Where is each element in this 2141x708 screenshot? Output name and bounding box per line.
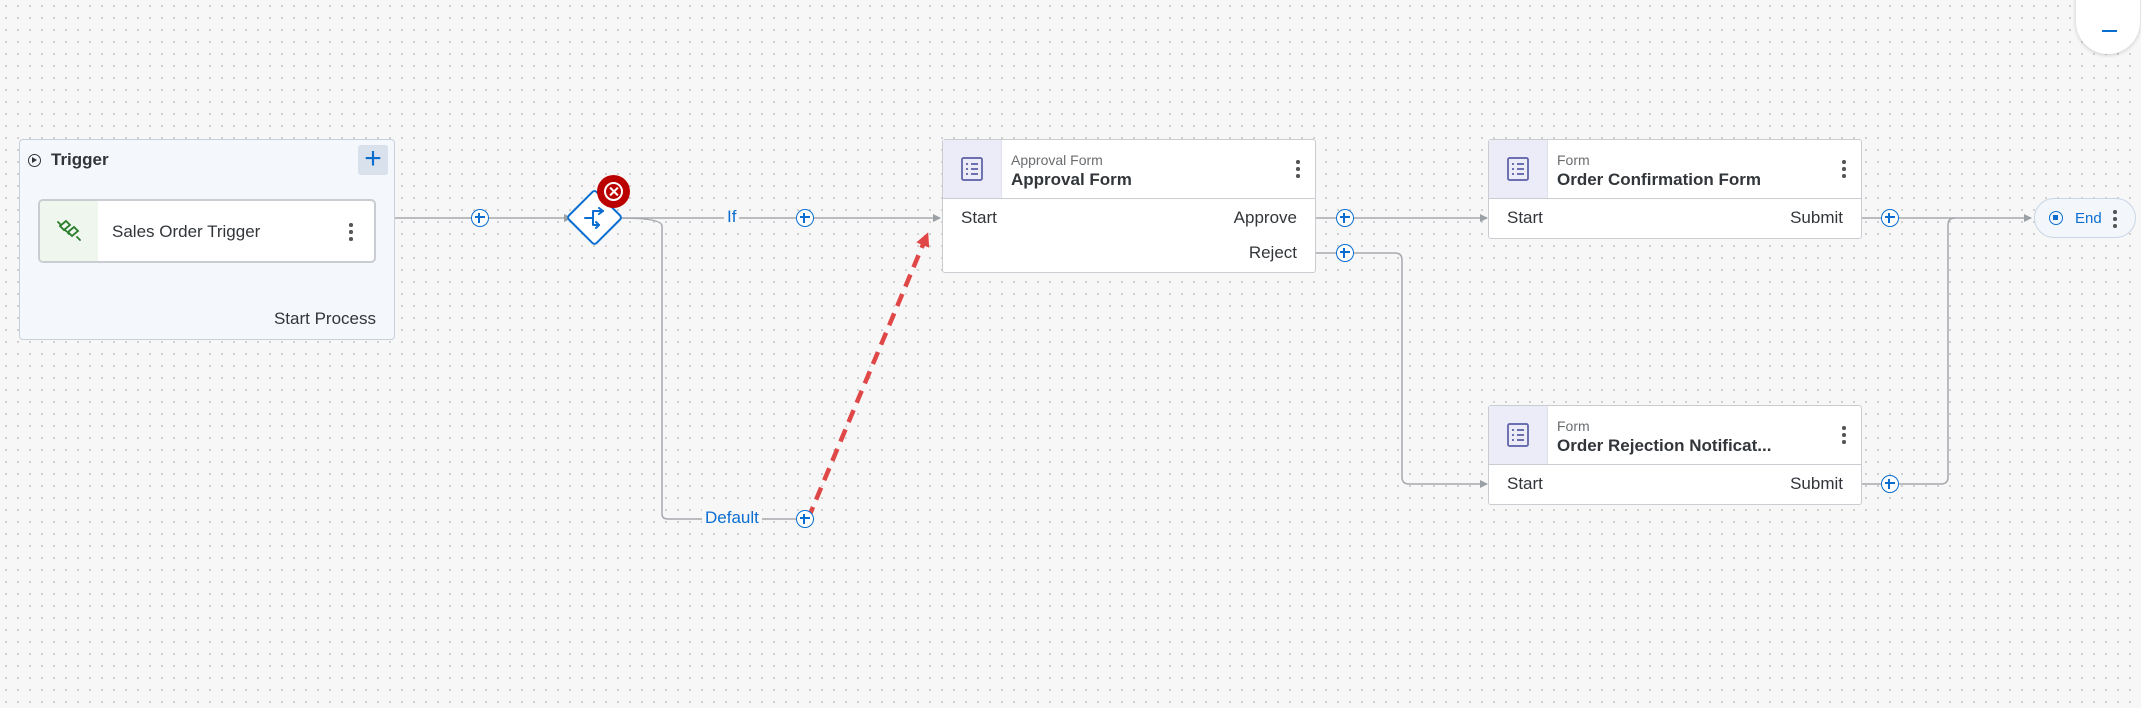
output-port-approve: Approve — [1233, 208, 1297, 227]
divider — [1489, 464, 1861, 465]
more-options-icon[interactable] — [1296, 160, 1300, 178]
connector-lines — [395, 214, 2032, 520]
form-title: Order Rejection Notificat... — [1557, 436, 1772, 455]
form-subtitle: Form — [1557, 418, 1590, 434]
end-node[interactable]: End — [2034, 198, 2136, 238]
more-options-icon[interactable] — [349, 223, 353, 241]
order-confirmation-form-card[interactable]: Form Order Confirmation Form Start Submi… — [1488, 139, 1862, 239]
end-label: End — [2075, 210, 2102, 227]
start-process-label: Start Process — [273, 309, 376, 328]
add-step-button-default[interactable] — [796, 510, 814, 528]
event-label: Sales Order Trigger — [112, 222, 261, 241]
add-trigger-button[interactable]: + — [358, 144, 388, 175]
more-options-icon[interactable] — [1842, 426, 1846, 444]
trigger-panel[interactable]: Trigger + Sales Order Trigger Start Proc… — [19, 139, 395, 340]
form-subtitle: Form — [1557, 152, 1590, 168]
process-canvas[interactable]: Trigger + Sales Order Trigger Start Proc… — [0, 0, 2141, 708]
order-rejection-form-card[interactable]: Form Order Rejection Notificat... Start … — [1488, 405, 1862, 505]
branch-label-if: If — [724, 207, 740, 227]
input-port-label: Start — [961, 208, 997, 227]
output-port-submit: Submit — [1790, 208, 1843, 227]
stop-circle-icon — [2049, 211, 2063, 225]
close-circle-icon[interactable] — [597, 175, 630, 208]
input-port-label: Start — [1507, 474, 1543, 493]
form-subtitle: Approval Form — [1011, 152, 1103, 168]
minus-icon — [2102, 30, 2117, 32]
more-options-icon[interactable] — [2113, 210, 2117, 228]
add-step-button-reject[interactable] — [1336, 244, 1354, 262]
trigger-header: Trigger — [28, 150, 109, 170]
add-step-button-trigger[interactable] — [471, 209, 489, 227]
form-list-icon — [1489, 406, 1548, 464]
play-circle-icon — [28, 153, 41, 167]
add-step-button-approve[interactable] — [1336, 209, 1354, 227]
trigger-title: Trigger — [51, 150, 109, 169]
form-list-icon — [1489, 140, 1548, 198]
divider — [1489, 198, 1861, 199]
wire-reject-to-rejection — [1316, 252, 1488, 488]
output-port-submit: Submit — [1790, 474, 1843, 493]
connector-plug-icon — [40, 201, 98, 261]
form-title: Order Confirmation Form — [1557, 170, 1762, 189]
wire-rejection-to-end — [1862, 217, 1956, 485]
sales-order-trigger-card[interactable]: Sales Order Trigger — [38, 199, 376, 263]
divider — [943, 198, 1315, 199]
add-step-button-confirmation[interactable] — [1881, 209, 1899, 227]
approval-form-card[interactable]: Approval Form Approval Form Start Approv… — [942, 139, 1316, 273]
form-list-icon — [943, 140, 1002, 198]
wire-default-branch — [619, 217, 800, 520]
more-options-icon[interactable] — [1842, 160, 1846, 178]
add-step-button-if[interactable] — [796, 209, 814, 227]
drag-connection-arrow — [805, 232, 930, 520]
form-title: Approval Form — [1011, 170, 1132, 189]
branch-label-default: Default — [702, 508, 762, 528]
input-port-label: Start — [1507, 208, 1543, 227]
output-port-reject: Reject — [1248, 243, 1297, 262]
add-step-button-rejection[interactable] — [1881, 475, 1899, 493]
